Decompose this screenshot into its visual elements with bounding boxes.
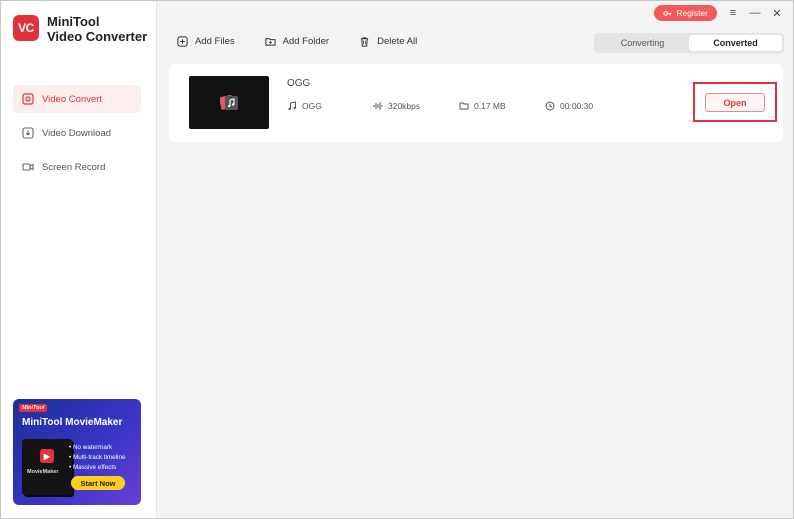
app-window: VC MiniTool Video Converter Video Conver…: [0, 0, 794, 519]
window-controls: Register ≡ — ✕: [654, 5, 783, 21]
menu-button[interactable]: ≡: [727, 6, 739, 20]
key-icon: [663, 10, 672, 16]
sidebar-item-video-download[interactable]: Video Download: [13, 119, 141, 147]
sidebar-nav: Video Convert Video Download Screen Reco…: [13, 85, 141, 187]
open-highlight-box: Open: [693, 82, 777, 122]
minimize-button[interactable]: —: [749, 6, 761, 20]
file-thumbnail: [189, 76, 269, 129]
audio-wave-icon: [373, 102, 383, 110]
start-now-button[interactable]: Start Now: [71, 476, 125, 490]
file-size: 0.17 MB: [459, 101, 506, 111]
file-duration: 00:00:30: [545, 101, 593, 111]
add-files-button[interactable]: Add Files: [177, 36, 235, 47]
file-name: OGG: [287, 78, 311, 89]
close-button[interactable]: ✕: [771, 6, 783, 20]
folder-plus-icon: [265, 38, 276, 46]
register-button[interactable]: Register: [654, 5, 717, 21]
sidebar-item-screen-record[interactable]: Screen Record: [13, 153, 141, 181]
promo-banner[interactable]: MiniTool MiniTool MovieMaker ▶ MovieMake…: [13, 399, 141, 505]
moviemaker-logo-icon: ▶: [40, 449, 54, 463]
file-bitrate: 320kbps: [373, 101, 420, 111]
sidebar-item-video-convert[interactable]: Video Convert: [13, 85, 141, 113]
open-button[interactable]: Open: [705, 93, 765, 112]
sidebar: VC MiniTool Video Converter Video Conver…: [1, 1, 157, 518]
promo-features: No watermark Multi-track timeline Massiv…: [69, 443, 125, 473]
convert-icon: [21, 92, 35, 106]
app-title: MiniTool Video Converter: [47, 14, 148, 44]
file-format: OGG: [287, 101, 322, 111]
tab-converted[interactable]: Converted: [689, 35, 782, 51]
toolbar: Add Files Add Folder Delete All: [177, 36, 447, 47]
camera-icon: [21, 160, 35, 174]
delete-all-button[interactable]: Delete All: [359, 36, 417, 47]
app-logo: VC: [13, 15, 39, 41]
clock-icon: [545, 101, 555, 111]
music-file-icon: [220, 95, 238, 110]
moviemaker-box-image: ▶ MovieMaker: [22, 439, 72, 495]
promo-badge: MiniTool: [19, 404, 48, 412]
download-icon: [21, 126, 35, 140]
add-folder-button[interactable]: Add Folder: [265, 36, 329, 47]
music-note-icon: [288, 101, 296, 111]
promo-title: MiniTool MovieMaker: [22, 417, 123, 428]
folder-icon: [459, 102, 469, 110]
conversion-tabs: Converting Converted: [594, 33, 784, 53]
trash-icon: [360, 37, 369, 47]
tab-converting[interactable]: Converting: [596, 35, 689, 51]
add-circle-icon: [177, 36, 188, 47]
file-card: OGG OGG 320kbps 0.17 MB 00:00:30 Open: [169, 64, 783, 142]
